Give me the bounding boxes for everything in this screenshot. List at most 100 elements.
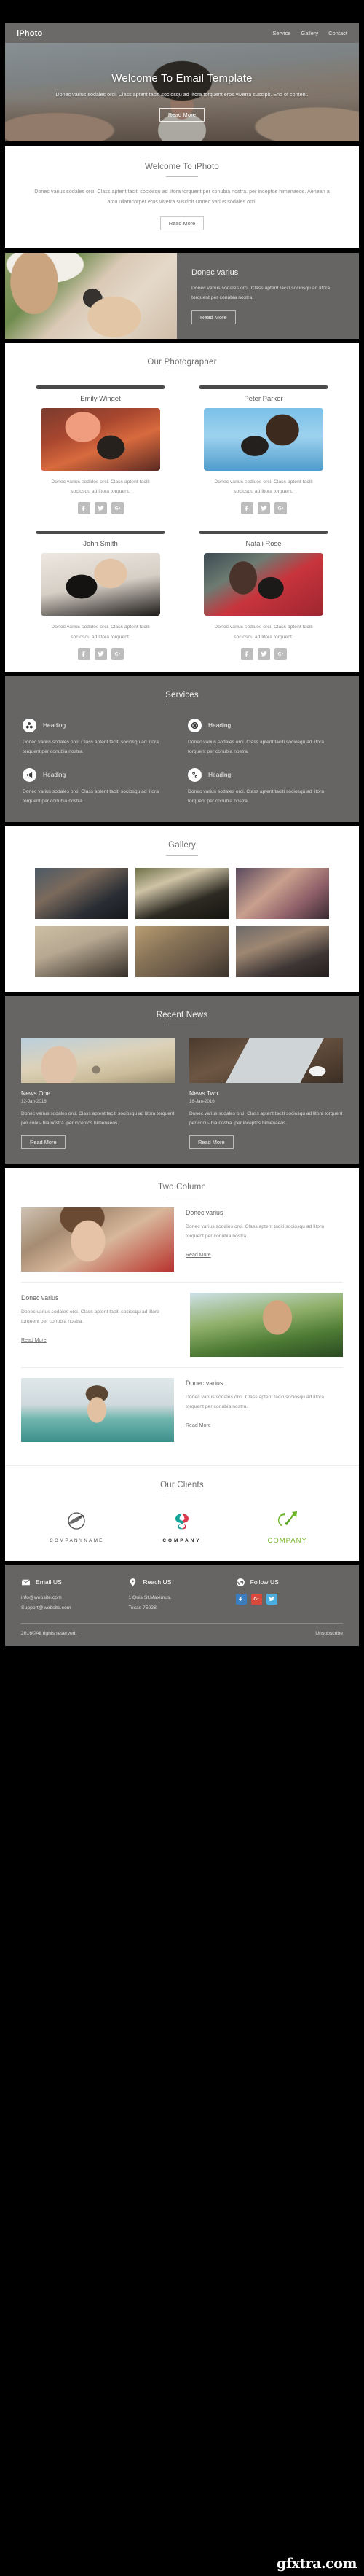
photographers-section: Our Photographer Emily Winget Donec vari…	[5, 342, 359, 672]
nav-item-gallery[interactable]: Gallery	[301, 30, 318, 36]
gallery-thumb[interactable]	[236, 926, 329, 978]
client-logo[interactable]: COMPANY	[244, 1510, 331, 1545]
row-image	[21, 1207, 174, 1272]
copyright-text: 2016©All rights reserved.	[21, 1630, 77, 1636]
watermark-bar: gfxtra.com	[0, 2542, 364, 2576]
banner-text: Donec varius sodales orci. Class aptent …	[191, 285, 331, 301]
two-column-title: Two Column	[158, 1182, 206, 1191]
photographer-desc: Donec varius sodales orci. Class aptent …	[214, 479, 313, 495]
photographer-name: Natali Rose	[245, 540, 282, 549]
news-read-more-button[interactable]: Read More	[21, 1135, 66, 1149]
unsubscribe-link[interactable]: Unsubscribe	[315, 1631, 343, 1636]
row-image	[21, 1377, 174, 1442]
service-item: Heading Donec varius sodales orci. Class…	[23, 718, 176, 756]
two-column-row: Donec varius Donec varius sodales orci. …	[21, 1281, 343, 1367]
google-plus-icon[interactable]	[111, 647, 124, 660]
row-read-more-link[interactable]: Read More	[21, 1338, 47, 1343]
photographer-socials	[36, 647, 165, 660]
photographer-desc: Donec varius sodales orci. Class aptent …	[214, 625, 313, 640]
photographer-card: Peter Parker Donec varius sodales orci. …	[199, 385, 328, 515]
services-section: Services Heading Donec varius sodales or…	[5, 676, 359, 823]
photographer-photo	[41, 407, 160, 471]
gallery-thumb[interactable]	[135, 926, 229, 978]
twitter-icon[interactable]	[266, 1593, 277, 1605]
title-rule	[166, 855, 198, 856]
top-gutter	[0, 0, 364, 23]
google-plus-icon[interactable]	[274, 647, 287, 660]
photographer-socials	[199, 647, 328, 660]
brand-logo[interactable]: iPhoto	[17, 29, 42, 38]
facebook-icon[interactable]	[235, 1593, 247, 1605]
facebook-icon[interactable]	[240, 502, 253, 515]
hero-text: Donec varius sodales orci. Class aptent …	[55, 91, 309, 98]
welcome-title: Welcome To iPhoto	[144, 163, 220, 171]
footer-grid: Email US info@website.com Support@websit…	[21, 1578, 343, 1613]
gallery-thumb[interactable]	[35, 926, 128, 978]
gallery-thumb[interactable]	[135, 868, 229, 920]
row-read-more-link[interactable]: Read More	[186, 1253, 211, 1258]
globe-icon	[236, 1578, 245, 1586]
photographer-desc: Donec varius sodales orci. Class aptent …	[51, 479, 150, 495]
nav-item-contact[interactable]: Contact	[328, 30, 347, 36]
photographer-photo	[41, 553, 160, 616]
footer-address-2: Texas 75028.	[128, 1605, 158, 1610]
google-plus-icon[interactable]	[274, 502, 287, 515]
hero-banner: Welcome To Email Template Donec varius s…	[5, 43, 359, 141]
nav-item-service[interactable]: Service	[272, 30, 290, 36]
gallery-grid	[5, 868, 359, 978]
service-item: Heading Donec varius sodales orci. Class…	[23, 767, 176, 806]
news-item-title: News One	[21, 1089, 51, 1097]
service-text: Donec varius sodales orci. Class aptent …	[188, 739, 324, 754]
client-name: COMPANYNAME	[50, 1538, 104, 1543]
gallery-thumb[interactable]	[236, 868, 329, 920]
cubes-icon	[23, 718, 36, 732]
gallery-thumb[interactable]	[35, 868, 128, 920]
twitter-icon[interactable]	[257, 647, 270, 660]
twitter-icon[interactable]	[94, 647, 107, 660]
news-item: News One 12-Jan-2016 Donec varius sodale…	[21, 1038, 175, 1149]
gallery-section: Gallery	[5, 826, 359, 993]
google-plus-icon[interactable]	[250, 1593, 262, 1605]
news-image	[21, 1038, 175, 1084]
news-item: News Two 18-Jan-2016 Donec varius sodale…	[189, 1038, 343, 1149]
photographer-card: Natali Rose Donec varius sodales orci. C…	[199, 531, 328, 660]
row-read-more-link[interactable]: Read More	[186, 1423, 211, 1428]
service-heading: Heading	[43, 771, 66, 779]
footer-email-heading: Email US	[36, 1578, 62, 1586]
footer-reach-heading: Reach US	[143, 1578, 172, 1586]
client-name: COMPANY	[162, 1538, 202, 1543]
title-rule	[166, 176, 198, 177]
client-logo[interactable]: COMPANYNAME	[33, 1511, 120, 1543]
service-text: Donec varius sodales orci. Class aptent …	[188, 788, 324, 804]
footer-reach-column: Reach US 1 Quis St.Maximus. Texas 75028.	[128, 1578, 235, 1613]
green-arrow-logo-icon	[277, 1511, 297, 1526]
twitter-icon[interactable]	[257, 502, 270, 515]
facebook-icon[interactable]	[77, 647, 90, 660]
welcome-read-more-button[interactable]: Read More	[159, 216, 205, 230]
footer-follow-column: Follow US	[235, 1578, 343, 1613]
twitter-icon[interactable]	[94, 502, 107, 515]
facebook-icon[interactable]	[240, 647, 253, 660]
abstract-s-logo-icon	[175, 1513, 189, 1530]
service-heading: Heading	[43, 721, 66, 729]
row-text: Donec varius sodales orci. Class aptent …	[186, 1224, 325, 1239]
footer-email-2[interactable]: Support@website.com	[21, 1603, 128, 1613]
hero-title: Welcome To Email Template	[111, 72, 253, 85]
row-image	[190, 1292, 343, 1357]
footer-email-1[interactable]: info@website.com	[21, 1593, 128, 1603]
client-logo[interactable]: COMPANY	[138, 1511, 226, 1543]
welcome-section: Welcome To iPhoto Donec varius sodales o…	[5, 146, 359, 248]
service-item: Heading Donec varius sodales orci. Class…	[188, 767, 341, 806]
card-topbar	[199, 385, 328, 389]
news-read-more-button[interactable]: Read More	[189, 1135, 234, 1149]
google-plus-icon[interactable]	[111, 502, 124, 515]
gutter	[0, 141, 364, 146]
photographer-socials	[199, 502, 328, 515]
hero-read-more-button[interactable]: Read More	[159, 107, 205, 122]
photographer-name: Peter Parker	[244, 394, 283, 403]
photographer-name: John Smith	[83, 540, 118, 549]
banner-read-more-button[interactable]: Read More	[191, 310, 236, 325]
bird-circle-logo-icon	[68, 1512, 85, 1530]
facebook-icon[interactable]	[77, 502, 90, 515]
photographer-desc: Donec varius sodales orci. Class aptent …	[51, 625, 150, 640]
